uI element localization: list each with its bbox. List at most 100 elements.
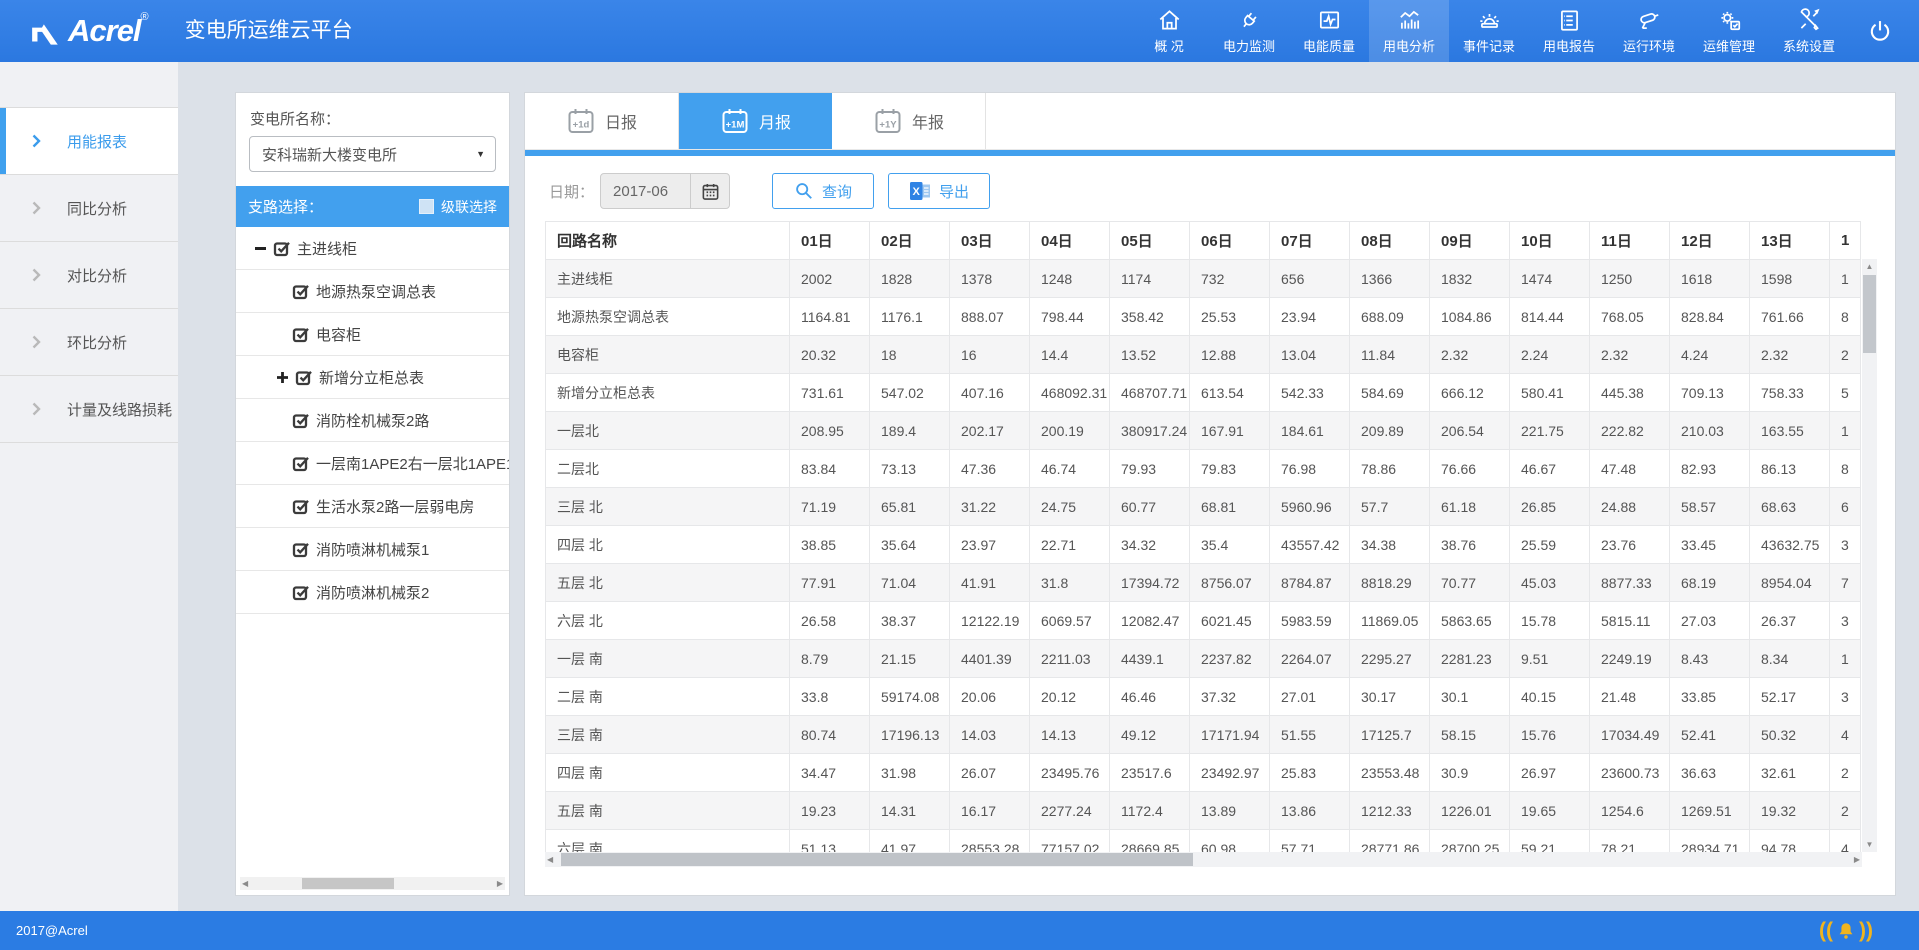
table-cell: 202.17 <box>950 412 1030 450</box>
nav-item-power-quality[interactable]: 电能质量 <box>1289 0 1369 62</box>
tree-item[interactable]: 消防喷淋机械泵2 <box>236 571 509 614</box>
clipped-value-cell: 1 <box>1830 640 1861 678</box>
table-cell: 688.09 <box>1350 298 1430 336</box>
query-button[interactable]: 查询 <box>772 173 874 209</box>
table-cell: 1172.4 <box>1110 792 1190 830</box>
circuit-name-cell: 主进线柜 <box>546 260 790 298</box>
table-cell: 34.38 <box>1350 526 1430 564</box>
table-cell: 79.93 <box>1110 450 1190 488</box>
date-value[interactable]: 2017-06 <box>601 174 690 208</box>
cascade-checkbox[interactable]: 级联选择 <box>419 197 497 217</box>
station-name-label: 变电所名称： <box>250 108 495 129</box>
table-cell: 43632.75 <box>1750 526 1830 564</box>
scrollbar-thumb[interactable] <box>1863 275 1876 353</box>
scroll-up-icon[interactable]: ▲ <box>1862 262 1877 271</box>
tab-daily-report[interactable]: +1d 日报 <box>525 93 679 149</box>
table-horizontal-scrollbar[interactable]: ◀ ▶ <box>545 852 1862 867</box>
sidebar-item-mom-analysis[interactable]: 环比分析 <box>0 309 178 376</box>
table-cell: 77.91 <box>790 564 870 602</box>
bar-chart-icon <box>1396 7 1423 33</box>
sidebar-item-label: 环比分析 <box>67 332 127 353</box>
table-cell: 23.97 <box>950 526 1030 564</box>
table-cell: 15.78 <box>1510 602 1590 640</box>
table-cell: 20.12 <box>1030 678 1110 716</box>
table-cell: 24.88 <box>1590 488 1670 526</box>
nav-item-event-log[interactable]: 事件记录 <box>1449 0 1529 62</box>
nav-item-power-analysis[interactable]: 用电分析 <box>1369 0 1449 62</box>
sidebar-item-compare-analysis[interactable]: 对比分析 <box>0 242 178 309</box>
logout-button[interactable] <box>1849 0 1911 62</box>
table-cell: 1226.01 <box>1430 792 1510 830</box>
tree-item[interactable]: 地源热泵空调总表 <box>236 270 509 313</box>
nav-label: 系统设置 <box>1783 36 1835 55</box>
table-cell: 23.94 <box>1270 298 1350 336</box>
tree-item[interactable]: 消防栓机械泵2路 <box>236 399 509 442</box>
table-cell: 6069.57 <box>1030 602 1110 640</box>
table-cell: 82.93 <box>1670 450 1750 488</box>
nav-item-ops-management[interactable]: 运维管理 <box>1689 0 1769 62</box>
tree-item[interactable]: 电容柜 <box>236 313 509 356</box>
scroll-down-icon[interactable]: ▼ <box>1862 840 1877 849</box>
tree-item[interactable]: 生活水泵2路一层弱电房 <box>236 485 509 528</box>
export-button-label: 导出 <box>939 181 969 202</box>
tree-horizontal-scrollbar[interactable]: ◀ ▶ <box>240 877 505 890</box>
copyright-text: 2017@Acrel <box>16 923 88 938</box>
table-cell: 547.02 <box>870 374 950 412</box>
clipped-value-cell: 2 <box>1830 792 1861 830</box>
scroll-right-icon[interactable]: ▶ <box>497 877 503 890</box>
table-cell: 78.86 <box>1350 450 1430 488</box>
chevron-right-icon <box>32 134 41 148</box>
export-button[interactable]: X 导出 <box>888 173 990 209</box>
table-cell: 43557.42 <box>1270 526 1350 564</box>
sidebar-item-label: 对比分析 <box>67 265 127 286</box>
table-cell: 30.17 <box>1350 678 1430 716</box>
sidebar-item-yoy-analysis[interactable]: 同比分析 <box>0 175 178 242</box>
date-input[interactable]: 2017-06 <box>600 173 730 209</box>
tab-monthly-report[interactable]: +1M 月报 <box>679 93 832 149</box>
alarm-bell-button[interactable]: (( )) <box>1819 920 1873 942</box>
table-row: 六层 北26.5838.3712122.196069.5712082.47602… <box>546 602 1861 640</box>
nav-item-power-report[interactable]: 用电报告 <box>1529 0 1609 62</box>
nav-item-environment[interactable]: 运行环境 <box>1609 0 1689 62</box>
tree-item[interactable]: 新增分立柜总表 <box>236 356 509 399</box>
nav-label: 电能质量 <box>1303 36 1355 55</box>
station-select[interactable]: 安科瑞新大楼变电所 ▼ <box>249 136 496 172</box>
scroll-left-icon[interactable]: ◀ <box>242 877 248 890</box>
tree-item[interactable]: 一层南1APE2右一层北1APE1柜 <box>236 442 509 485</box>
scroll-right-icon[interactable]: ▶ <box>1854 852 1860 867</box>
date-picker-button[interactable] <box>690 174 729 208</box>
expand-plus-icon[interactable] <box>276 371 289 384</box>
checked-checkbox-icon <box>292 498 310 515</box>
report-table: 回路名称01日02日03日04日05日06日07日08日09日10日11日12日… <box>545 221 1861 867</box>
table-cell: 2.32 <box>1430 336 1510 374</box>
table-cell: 4401.39 <box>950 640 1030 678</box>
scrollbar-thumb[interactable] <box>302 878 394 889</box>
table-vertical-scrollbar[interactable]: ▲ ▼ <box>1862 259 1877 852</box>
clipped-value-cell: 3 <box>1830 602 1861 640</box>
table-cell: 8.34 <box>1750 640 1830 678</box>
tab-label: 月报 <box>759 109 791 133</box>
top-nav: 概 况 电力监测 电能质量 用电分析 <box>1129 0 1919 62</box>
scroll-left-icon[interactable]: ◀ <box>547 852 553 867</box>
tree-item[interactable]: 主进线柜 <box>236 227 509 270</box>
sidebar-item-energy-report[interactable]: 用能报表 <box>0 108 178 175</box>
nav-item-system-settings[interactable]: 系统设置 <box>1769 0 1849 62</box>
tab-yearly-report[interactable]: +1Y 年报 <box>832 93 986 149</box>
nav-item-power-monitor[interactable]: 电力监测 <box>1209 0 1289 62</box>
table-cell: 57.7 <box>1350 488 1430 526</box>
table-cell: 26.07 <box>950 754 1030 792</box>
footer: 2017@Acrel (( )) <box>0 911 1919 950</box>
tab-label: 年报 <box>912 109 944 133</box>
table-cell: 52.41 <box>1670 716 1750 754</box>
nav-item-overview[interactable]: 概 况 <box>1129 0 1209 62</box>
day-header-cell: 06日 <box>1190 222 1270 260</box>
tree-item[interactable]: 消防喷淋机械泵1 <box>236 528 509 571</box>
sidebar-item-line-loss[interactable]: 计量及线路损耗 <box>0 376 178 443</box>
checked-checkbox-icon <box>292 326 310 343</box>
collapse-minus-icon[interactable] <box>254 242 267 255</box>
table-cell: 613.54 <box>1190 374 1270 412</box>
table-cell: 21.15 <box>870 640 950 678</box>
checked-checkbox-icon <box>292 412 310 429</box>
table-cell: 1618 <box>1670 260 1750 298</box>
scrollbar-thumb[interactable] <box>561 853 1193 866</box>
